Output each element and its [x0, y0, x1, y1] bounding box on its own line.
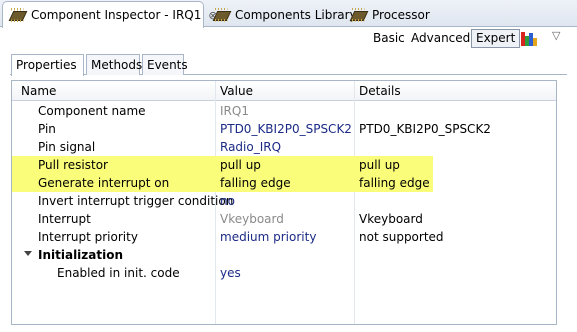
property-value: IRQ1 [220, 104, 249, 118]
collapse-triangle-icon[interactable] [24, 251, 32, 256]
table-row[interactable]: Pin signal Radio_IRQ [12, 138, 556, 156]
property-details: not supported [359, 230, 444, 244]
property-value[interactable]: Radio_IRQ [220, 140, 281, 154]
table-header: Name Value Details [12, 81, 556, 101]
table-row-highlighted[interactable]: Pull resistor pull up pull up [12, 156, 556, 174]
table-row[interactable]: Interrupt priority medium priority not s… [12, 228, 556, 246]
basic-button[interactable]: Basic [373, 31, 405, 45]
property-value[interactable]: falling edge [220, 176, 291, 190]
tab-label: Components Library [235, 7, 357, 22]
column-header-name[interactable]: Name [21, 84, 56, 98]
tab-components-library[interactable]: Components Library [207, 2, 357, 27]
property-value[interactable]: no [220, 194, 235, 208]
property-value[interactable]: pull up [220, 158, 261, 172]
property-name: Pull resistor [38, 158, 108, 172]
property-details: pull up [359, 158, 400, 172]
tab-label: Component Inspector - IRQ1 [31, 8, 202, 22]
group-name: Initialization [38, 248, 124, 262]
property-details: falling edge [359, 176, 430, 190]
property-name: Interrupt [38, 212, 91, 226]
property-value[interactable]: medium priority [220, 230, 316, 244]
table-row[interactable]: Component name IRQ1 [12, 102, 556, 120]
table-row[interactable]: Invert interrupt trigger condition no [12, 192, 556, 210]
column-header-details[interactable]: Details [359, 84, 401, 98]
property-details: PTD0_KBI2P0_SPSCK2 [359, 122, 491, 136]
chip-icon [350, 8, 366, 22]
property-name: Pin [38, 122, 56, 136]
properties-table: Name Value Details Component name IRQ1 P… [11, 80, 557, 325]
property-value[interactable]: yes [220, 266, 241, 280]
chip-icon [9, 8, 25, 22]
table-row-highlighted[interactable]: Generate interrupt on falling edge falli… [12, 174, 556, 192]
tab-events[interactable]: Events [142, 54, 188, 75]
property-value[interactable]: PTD0_KBI2P0_SPSCK2 [220, 122, 352, 136]
expert-button[interactable]: Expert [471, 29, 521, 48]
tab-label: Processor [372, 7, 430, 22]
view-menu-icon[interactable]: ▽ [552, 29, 560, 42]
inspector-toolbar: Basic Advanced Expert ▽ [1, 28, 576, 50]
advanced-button[interactable]: Advanced [411, 31, 470, 45]
chip-icon [213, 8, 229, 22]
table-row[interactable]: Pin PTD0_KBI2P0_SPSCK2 PTD0_KBI2P0_SPSCK… [12, 120, 556, 138]
tab-properties[interactable]: Properties [11, 54, 84, 76]
tab-processor[interactable]: Processor [344, 2, 434, 27]
property-name: Interrupt priority [38, 230, 138, 244]
column-header-value[interactable]: Value [220, 84, 253, 98]
property-name: Invert interrupt trigger condition [38, 194, 234, 208]
tab-methods[interactable]: Methods [86, 54, 142, 75]
property-name: Pin signal [38, 140, 96, 154]
property-value: Vkeyboard [220, 212, 284, 226]
property-name: Component name [38, 104, 146, 118]
view-tab-strip: Component Inspector - IRQ1 ⊗ Components … [0, 0, 577, 28]
tab-component-inspector[interactable]: Component Inspector - IRQ1 ⊗ [2, 1, 218, 28]
property-details: Vkeyboard [359, 212, 423, 226]
table-row-group[interactable]: Initialization [12, 246, 556, 264]
table-row[interactable]: Interrupt Vkeyboard Vkeyboard [12, 210, 556, 228]
property-name: Generate interrupt on [38, 176, 170, 190]
bar-chart-icon[interactable] [521, 30, 539, 46]
table-row[interactable]: Enabled in init. code yes [12, 264, 556, 282]
property-name: Enabled in init. code [57, 266, 180, 280]
